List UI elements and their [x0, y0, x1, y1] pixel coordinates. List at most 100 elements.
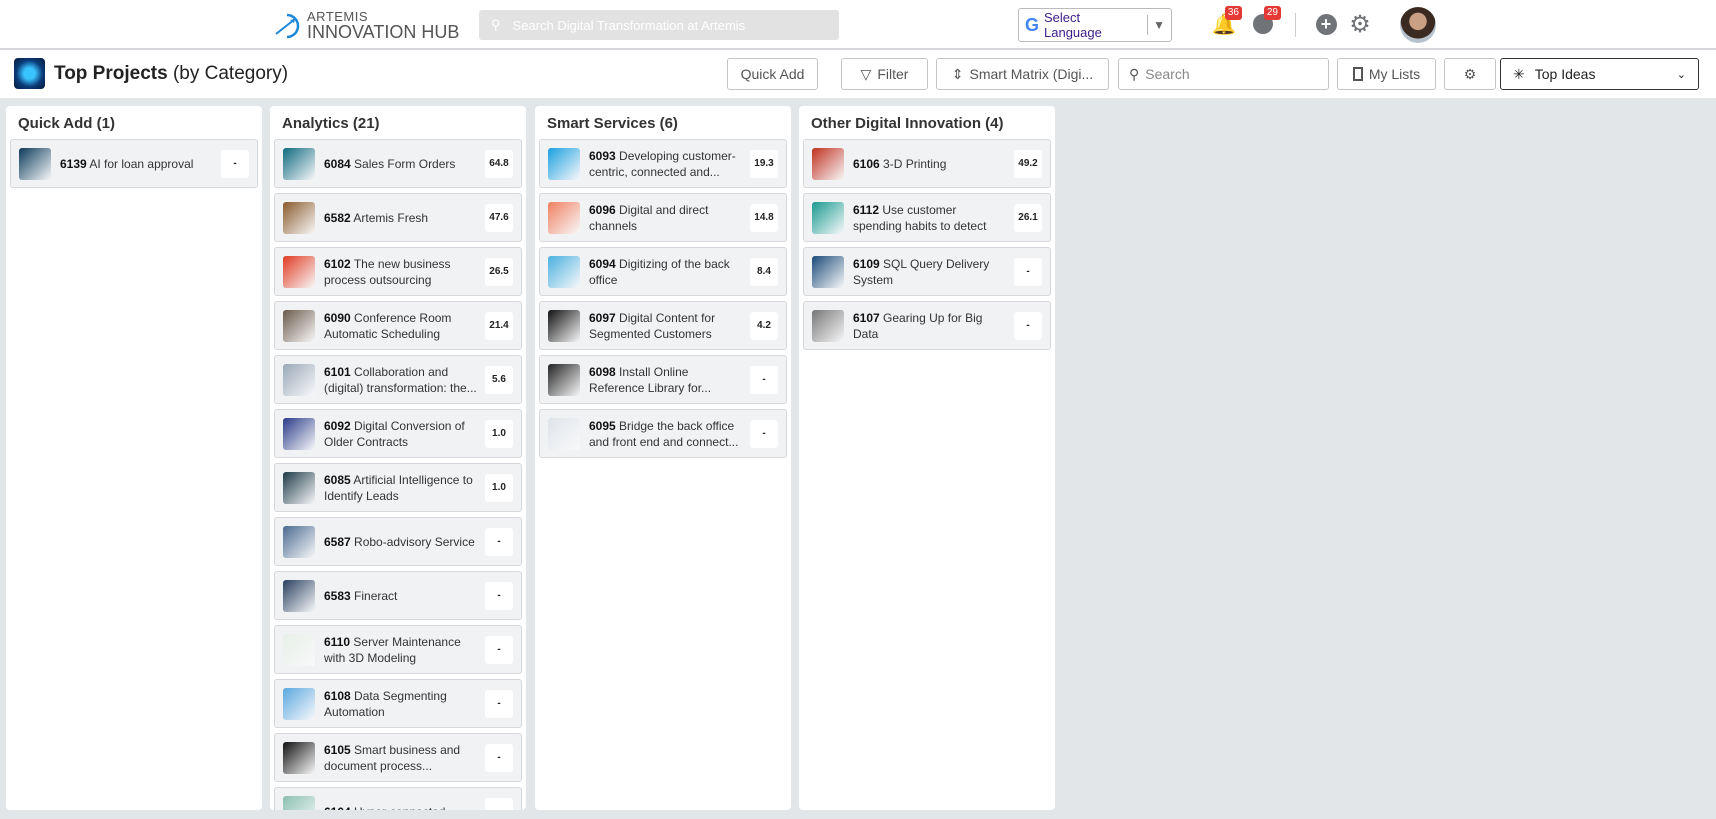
project-card[interactable]: 6582 Artemis Fresh 47.6 [274, 193, 522, 242]
project-score: - [485, 581, 513, 610]
page-title: Top Projects (by Category) [54, 63, 288, 85]
project-text: 6105 Smart business and document process… [324, 742, 479, 774]
category-column: Smart Services (6) 6093 Developing custom… [535, 106, 791, 810]
quick-add-label: Quick Add [740, 66, 805, 82]
project-thumbnail [283, 471, 315, 504]
filter-button[interactable]: ▽ Filter [841, 58, 928, 90]
project-thumbnail [283, 147, 315, 180]
board-settings-button[interactable]: ⚙ [1444, 58, 1496, 90]
activity-button[interactable]: 29 [1251, 6, 1281, 36]
user-avatar[interactable] [1400, 7, 1436, 43]
project-id: 6094 [589, 256, 616, 271]
project-text: 6106 3-D Printing [853, 156, 1008, 172]
project-thumbnail [812, 147, 844, 180]
project-thumbnail [812, 309, 844, 342]
page-icon [14, 58, 45, 89]
project-score: 49.2 [1014, 149, 1042, 178]
project-card[interactable]: 6112 Use customer spending habits to det… [803, 193, 1051, 242]
project-score: - [485, 743, 513, 772]
project-thumbnail [548, 417, 580, 450]
project-thumbnail [548, 309, 580, 342]
notifications-button[interactable]: 🔔 36 [1212, 6, 1242, 36]
project-thumbnail [283, 795, 315, 810]
view-select[interactable]: ✳ Top Ideas ⌄ [1500, 58, 1699, 90]
global-search-input[interactable]: ⚲ Search Digital Transformation at Artem… [479, 10, 839, 40]
settings-button[interactable]: ⚙ [1348, 11, 1372, 38]
project-score: - [221, 149, 249, 178]
project-text: 6101 Collaboration and (digital) transfo… [324, 364, 479, 396]
project-id: 6108 [324, 688, 351, 703]
sort-icon: ⇕ [951, 65, 964, 82]
project-id: 6105 [324, 742, 351, 757]
project-thumbnail [283, 201, 315, 234]
project-text: 6107 Gearing Up for Big Data [853, 310, 1008, 342]
category-column: Other Digital Innovation (4) 6106 3-D Pri… [799, 106, 1055, 810]
project-card[interactable]: 6583 Fineract - [274, 571, 522, 620]
project-id: 6084 [324, 156, 351, 171]
project-score: 1.0 [485, 419, 513, 448]
project-thumbnail [283, 687, 315, 720]
project-thumbnail [548, 201, 580, 234]
quick-add-button[interactable]: Quick Add [727, 58, 818, 90]
my-lists-label: My Lists [1368, 66, 1421, 82]
project-text: 6582 Artemis Fresh [324, 210, 479, 226]
project-thumbnail [283, 417, 315, 450]
project-text: 6092 Digital Conversion of Older Contrac… [324, 418, 479, 450]
sparkle-icon: ✳ [1513, 65, 1525, 82]
project-card[interactable]: 6110 Server Maintenance with 3D Modeling… [274, 625, 522, 674]
project-score: 8.4 [750, 257, 778, 286]
project-card[interactable]: 6094 Digitizing of the back office 8.4 [539, 247, 787, 296]
project-card[interactable]: 6107 Gearing Up for Big Data - [803, 301, 1051, 350]
board-search-input[interactable]: ⚲ Search [1118, 58, 1329, 90]
panel-icon [1352, 67, 1363, 81]
project-score: 1.0 [485, 473, 513, 502]
project-card[interactable]: 6139 AI for loan approval - [10, 139, 258, 188]
project-text: 6093 Developing customer-centric, connec… [589, 148, 744, 180]
project-card[interactable]: 6085 Artificial Intelligence to Identify… [274, 463, 522, 512]
project-id: 6090 [324, 310, 351, 325]
project-text: 6096 Digital and direct channels [589, 202, 744, 234]
project-card[interactable]: 6101 Collaboration and (digital) transfo… [274, 355, 522, 404]
add-button[interactable]: + [1314, 12, 1338, 36]
language-select[interactable]: G Select Language ▼ [1018, 8, 1172, 42]
project-text: 6097 Digital Content for Segmented Custo… [589, 310, 744, 342]
project-thumbnail [19, 147, 51, 180]
arrow-logo-icon [275, 13, 300, 38]
header-divider [1295, 13, 1296, 37]
top-header: ARTEMIS INNOVATION HUB ⚲ Search Digital T… [0, 0, 1716, 50]
project-text: 6108 Data Segmenting Automation [324, 688, 479, 720]
project-card[interactable]: 6105 Smart business and document process… [274, 733, 522, 782]
project-card[interactable]: 6108 Data Segmenting Automation - [274, 679, 522, 728]
chevron-down-icon: ⌄ [1676, 68, 1686, 81]
project-text: 6587 Robo-advisory Service [324, 534, 479, 550]
project-card[interactable]: 6093 Developing customer-centric, connec… [539, 139, 787, 188]
project-card[interactable]: 6092 Digital Conversion of Older Contrac… [274, 409, 522, 458]
project-card[interactable]: 6109 SQL Query Delivery System - [803, 247, 1051, 296]
project-card[interactable]: 6095 Bridge the back office and front en… [539, 409, 787, 458]
artemis-logo[interactable]: ARTEMIS INNOVATION HUB [273, 10, 459, 41]
project-text: 6109 SQL Query Delivery System [853, 256, 1008, 288]
project-id: 6112 [853, 202, 880, 217]
project-text: 6095 Bridge the back office and front en… [589, 418, 744, 450]
project-card[interactable]: 6102 The new business process outsourcin… [274, 247, 522, 296]
project-thumbnail [283, 309, 315, 342]
project-id: 6098 [589, 364, 616, 379]
project-card[interactable]: 6106 3-D Printing 49.2 [803, 139, 1051, 188]
project-card[interactable]: 6096 Digital and direct channels 14.8 [539, 193, 787, 242]
project-id: 6110 [324, 634, 351, 649]
smart-matrix-button[interactable]: ⇕ Smart Matrix (Digi... [936, 58, 1109, 90]
project-card[interactable]: 6098 Install Online Reference Library fo… [539, 355, 787, 404]
project-card[interactable]: 6587 Robo-advisory Service - [274, 517, 522, 566]
project-score: 21.4 [485, 311, 513, 340]
project-text: 6112 Use customer spending habits to det… [853, 202, 1008, 234]
project-card[interactable]: 6090 Conference Room Automatic Schedulin… [274, 301, 522, 350]
project-thumbnail [283, 363, 315, 396]
my-lists-button[interactable]: My Lists [1337, 58, 1436, 90]
project-thumbnail [548, 363, 580, 396]
project-thumbnail [283, 525, 315, 558]
page-toolbar: Top Projects (by Category) Quick Add ▽ Fi… [0, 52, 1716, 98]
project-card[interactable]: 6084 Sales Form Orders 64.8 [274, 139, 522, 188]
project-card[interactable]: 6097 Digital Content for Segmented Custo… [539, 301, 787, 350]
project-id: 6102 [324, 256, 351, 271]
project-card[interactable]: 6104 Hyper-connected- [274, 787, 522, 810]
